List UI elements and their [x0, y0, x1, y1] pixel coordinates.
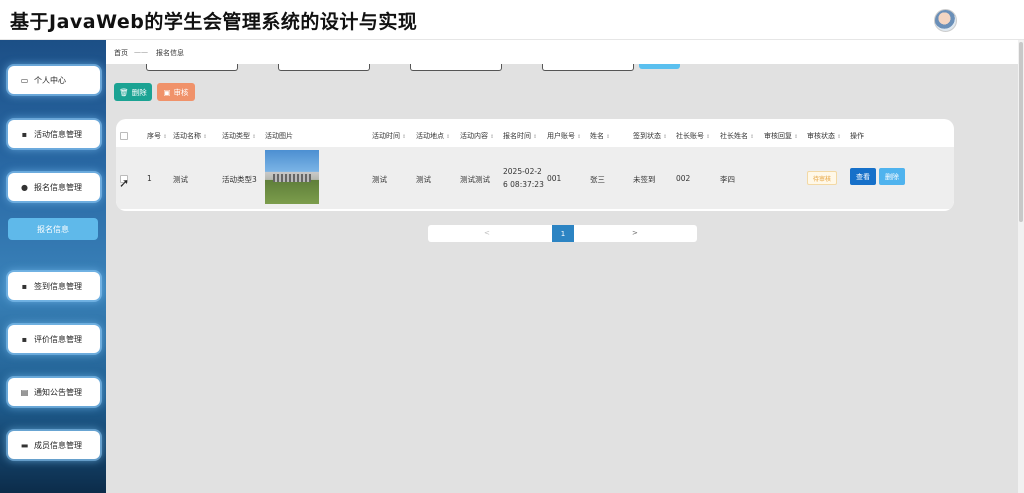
activity-image[interactable]: [265, 150, 319, 204]
search-field-partial[interactable]: [278, 64, 370, 71]
sidebar-item-checkin[interactable]: ▪ 签到信息管理: [8, 272, 100, 300]
calendar-icon: ▭: [20, 75, 29, 85]
status-badge: 待审核: [807, 171, 837, 185]
cell-activity-type: 活动类型3: [222, 175, 257, 184]
sidebar-item-signup[interactable]: ● 报名信息管理: [8, 173, 100, 201]
column-header: 签到状态 ⇕: [633, 132, 668, 140]
search-field-partial[interactable]: [410, 64, 502, 71]
main-content: 首页 —— 报名信息 🗑 删除 ▣ 审核 序号 ⇕ 活动名称 ⇕ 活动类型 ⇕ 活动图…: [106, 40, 1018, 493]
column-header: 操作: [850, 132, 864, 140]
sort-icon: ⇕: [203, 134, 208, 140]
batch-audit-button[interactable]: ▣ 审核: [157, 83, 195, 101]
batch-delete-label: 删除: [131, 87, 147, 97]
sidebar-item-label: 报名信息管理: [34, 182, 82, 192]
sidebar-subitem-signup-info[interactable]: 报名信息: [8, 218, 98, 240]
sidebar-item-label: 通知公告管理: [34, 387, 82, 397]
sort-icon: ⇕: [490, 134, 495, 140]
row-delete-button[interactable]: 删除: [879, 168, 905, 185]
column-header: 活动时间 ⇕: [372, 132, 407, 140]
cell-location: 测试: [416, 175, 431, 184]
app-title: 基于JavaWeb的学生会管理系统的设计与实现: [10, 11, 418, 33]
sidebar-item-activity[interactable]: ▪ 活动信息管理: [8, 120, 100, 148]
cell-content: 测试测试: [460, 175, 490, 184]
trash-icon: 🗑: [119, 87, 129, 97]
cell-leader-account: 002: [676, 174, 691, 183]
column-header: 社长账号 ⇕: [676, 132, 711, 140]
cell-leader-name: 李四: [720, 175, 735, 184]
breadcrumb-current: 报名信息: [156, 49, 184, 57]
sort-icon: ⇕: [837, 134, 842, 140]
search-field-partial[interactable]: [146, 64, 238, 71]
audit-icon: ▣: [163, 87, 171, 97]
column-header: 审核回复 ⇕: [764, 132, 799, 140]
sort-icon: ⇕: [446, 134, 451, 140]
sort-icon: ⇕: [533, 134, 538, 140]
cell-name: 张三: [590, 175, 605, 184]
cell-checkin-status: 未签到: [633, 175, 656, 184]
sidebar-item-evaluation[interactable]: ▪ 评价信息管理: [8, 325, 100, 353]
grid-icon: ▪: [21, 281, 28, 291]
sort-icon: ⇕: [663, 134, 668, 140]
scrollbar-thumb[interactable]: [1019, 42, 1023, 222]
data-table: 序号 ⇕ 活动名称 ⇕ 活动类型 ⇕ 活动图片 活动时间 ⇕ 活动地点 ⇕ 活动内容 ⇕ 报…: [116, 119, 954, 211]
vertical-scrollbar[interactable]: [1018, 40, 1024, 493]
sidebar-item-label: 活动信息管理: [34, 129, 82, 139]
briefcase-icon: ▬: [20, 440, 29, 450]
breadcrumb-home[interactable]: 首页: [114, 48, 128, 58]
breadcrumb-separator: ——: [134, 48, 148, 56]
sidebar-item-personal-center[interactable]: ▭ 个人中心: [8, 66, 100, 94]
sidebar-item-label: 签到信息管理: [34, 281, 82, 291]
sort-icon: ⇕: [163, 134, 168, 140]
column-header: 审核状态 ⇕: [807, 132, 842, 140]
grid-icon: ▪: [21, 129, 28, 139]
column-header: 活动内容 ⇕: [460, 132, 495, 140]
pagination: < 1 >: [428, 225, 697, 242]
sort-icon: ⇕: [402, 134, 407, 140]
sidebar-item-label: 评价信息管理: [34, 334, 82, 344]
column-header: 活动图片: [265, 132, 293, 140]
select-all-checkbox[interactable]: [120, 132, 128, 140]
column-header: 序号 ⇕: [147, 132, 168, 140]
sidebar-item-members[interactable]: ▬ 成员信息管理: [8, 431, 100, 459]
next-page-button[interactable]: >: [632, 229, 638, 237]
sort-icon: ⇕: [750, 134, 755, 140]
building-shape: [273, 174, 311, 182]
cell-activity-time: 测试: [372, 175, 387, 184]
column-header: 报名时间 ⇕: [503, 132, 538, 140]
column-header: 活动地点 ⇕: [416, 132, 451, 140]
mouse-cursor-icon: ➚: [119, 176, 130, 190]
search-field-partial[interactable]: [542, 64, 634, 71]
sidebar-item-notice[interactable]: ▤ 通知公告管理: [8, 378, 100, 406]
batch-audit-label: 审核: [173, 87, 189, 97]
batch-delete-button[interactable]: 🗑 删除: [114, 83, 152, 101]
prev-page-button[interactable]: <: [484, 229, 490, 237]
column-header: 姓名 ⇕: [590, 132, 611, 140]
sort-icon: ⇕: [794, 134, 799, 140]
cell-signup-time-2: 6 08:37:23: [503, 180, 544, 189]
user-icon: ●: [21, 182, 28, 192]
sidebar-item-label: 成员信息管理: [34, 440, 82, 450]
column-header: 用户账号 ⇕: [547, 132, 582, 140]
cell-user-account: 001: [547, 174, 562, 183]
column-header: 活动类型 ⇕: [222, 132, 257, 140]
column-header: 活动名称 ⇕: [173, 132, 208, 140]
sort-icon: ⇕: [577, 134, 582, 140]
grid-icon: ▪: [21, 334, 28, 344]
breadcrumb: 首页 —— 报名信息: [106, 40, 1018, 64]
cell-activity-name: 测试: [173, 175, 188, 184]
page-number-active[interactable]: 1: [552, 225, 574, 242]
column-header: 社长姓名 ⇕: [720, 132, 755, 140]
view-button[interactable]: 查看: [850, 168, 876, 185]
sidebar-item-label: 个人中心: [34, 75, 66, 85]
sort-icon: ⇕: [252, 134, 257, 140]
clipboard-icon: ▤: [20, 387, 29, 397]
top-bar: 基于JavaWeb的学生会管理系统的设计与实现: [0, 0, 1024, 40]
sort-icon: ⇕: [606, 134, 611, 140]
sidebar: ▭ 个人中心 ▪ 活动信息管理 ● 报名信息管理 报名信息 ▪ 签到信息管理 ▪…: [0, 40, 106, 493]
cell-signup-time-1: 2025-02-2: [503, 167, 542, 176]
avatar[interactable]: [934, 9, 957, 32]
search-button-partial[interactable]: [639, 64, 680, 69]
sort-icon: ⇕: [706, 134, 711, 140]
cell-index: 1: [147, 174, 152, 183]
